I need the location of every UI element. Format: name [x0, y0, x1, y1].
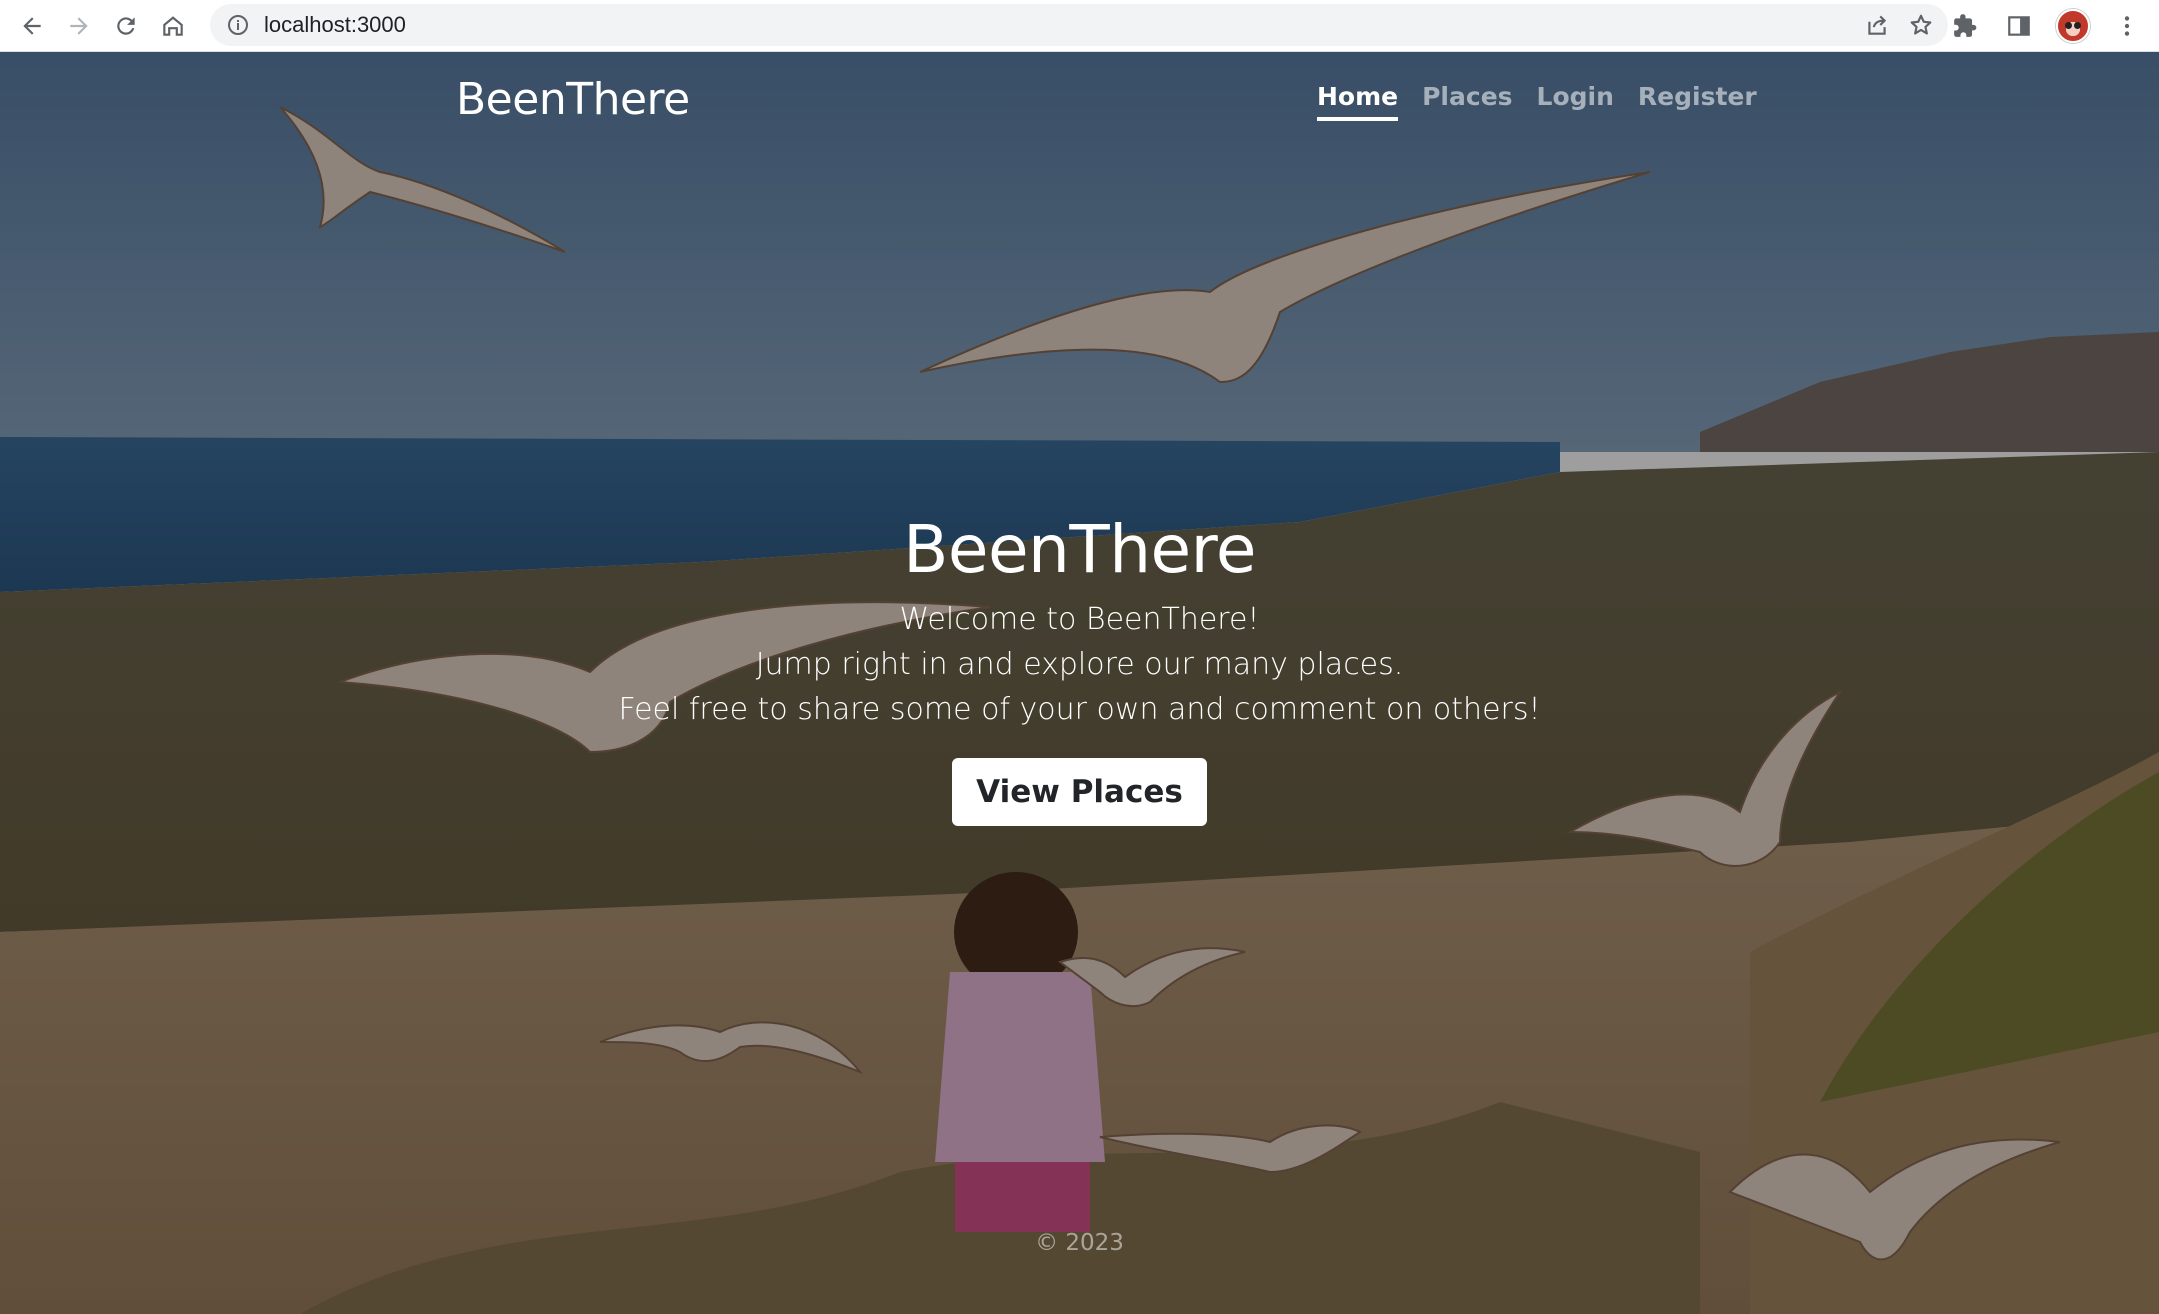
- site-header: BeenThere Home Places Login Register: [0, 52, 2159, 152]
- reload-button[interactable]: [104, 4, 148, 48]
- browser-actions: [1943, 4, 2149, 48]
- site-footer: © 2023: [1035, 1230, 1124, 1256]
- info-icon[interactable]: [226, 13, 250, 37]
- profile-button[interactable]: [2051, 4, 2095, 48]
- share-icon[interactable]: [1864, 12, 1890, 38]
- nav-link-login[interactable]: Login: [1537, 82, 1614, 121]
- arrow-right-icon: [70, 16, 88, 35]
- kebab-menu-icon: [2124, 16, 2130, 36]
- address-bar[interactable]: localhost:3000: [210, 4, 1948, 46]
- side-panel-icon: [2008, 16, 2030, 36]
- site-nav: Home Places Login Register: [1317, 82, 1757, 121]
- hero-line-share: Feel free to share some of your own and …: [618, 691, 1541, 727]
- back-button[interactable]: [10, 4, 54, 48]
- side-panel-button[interactable]: [1997, 4, 2041, 48]
- extensions-button[interactable]: [1943, 4, 1987, 48]
- home-button[interactable]: [151, 4, 195, 48]
- browser-nav-buttons: [10, 4, 195, 48]
- site-brand[interactable]: BeenThere: [456, 74, 690, 125]
- forward-button[interactable]: [57, 4, 101, 48]
- hero-section: BeenThere Welcome to BeenThere! Jump rig…: [0, 511, 2159, 826]
- star-icon[interactable]: [1908, 12, 1934, 38]
- page-viewport: BeenThere Home Places Login Register Bee…: [0, 52, 2159, 1314]
- hero-line-explore: Jump right in and explore our many place…: [755, 646, 1404, 682]
- nav-link-home[interactable]: Home: [1317, 82, 1399, 121]
- arrow-left-icon: [23, 16, 41, 35]
- browser-toolbar: localhost:3000: [0, 0, 2159, 52]
- puzzle-icon: [1954, 14, 1977, 37]
- view-places-button[interactable]: View Places: [952, 757, 1207, 826]
- menu-button[interactable]: [2105, 4, 2149, 48]
- nav-link-places[interactable]: Places: [1422, 82, 1512, 121]
- hero-lead: Welcome to BeenThere! Jump right in and …: [0, 597, 2159, 732]
- avatar: [2056, 9, 2090, 43]
- reload-icon: [117, 16, 135, 35]
- url-text[interactable]: localhost:3000: [264, 12, 406, 38]
- hero-title: BeenThere: [903, 511, 1256, 588]
- hero-line-welcome: Welcome to BeenThere!: [899, 601, 1260, 637]
- nav-link-register[interactable]: Register: [1638, 82, 1757, 121]
- home-icon: [163, 15, 183, 36]
